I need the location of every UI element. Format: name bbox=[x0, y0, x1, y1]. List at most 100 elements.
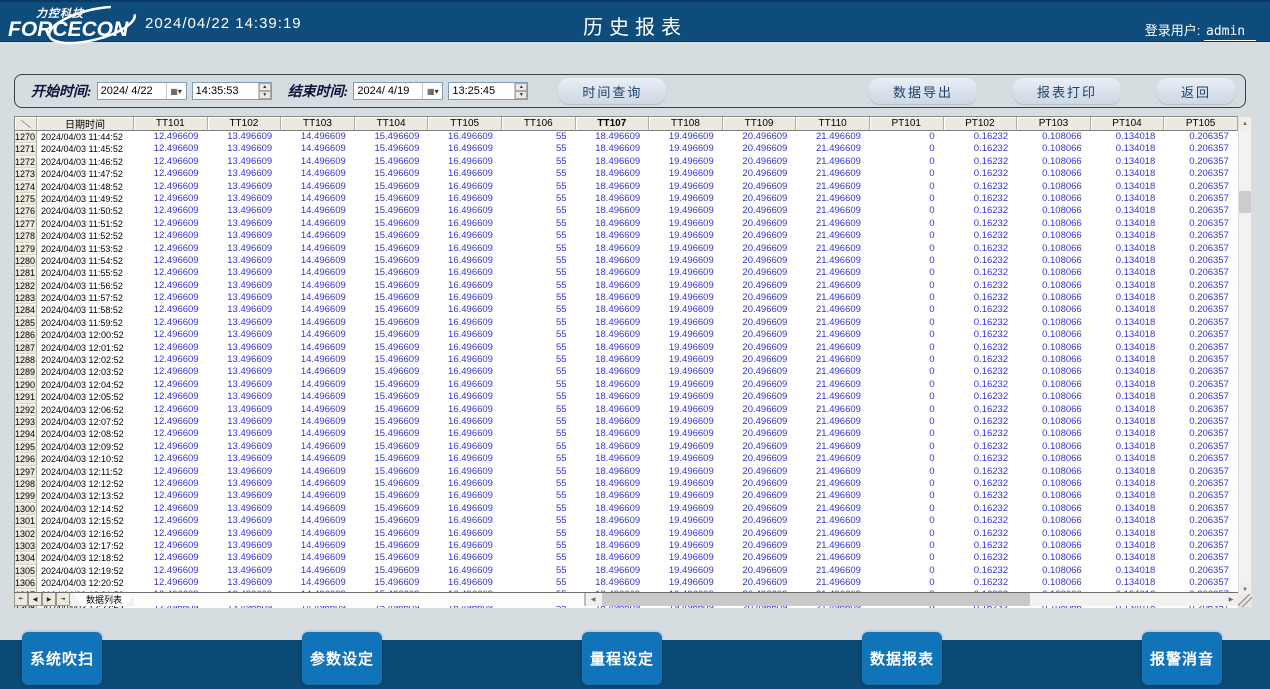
table-row[interactable]: 13022024/04/03 12:16:5212.49660913.49660… bbox=[15, 528, 1238, 540]
table-row[interactable]: 12982024/04/03 12:12:5212.49660913.49660… bbox=[15, 478, 1238, 490]
start-date-picker[interactable]: 2024/ 4/22 ▦▾ bbox=[97, 82, 187, 100]
cell-value: 21.496609 bbox=[796, 577, 870, 589]
table-row[interactable]: 12732024/04/03 11:47:5212.49660913.49660… bbox=[15, 168, 1238, 180]
cell-datetime: 2024/04/03 12:20:52 bbox=[37, 577, 134, 589]
table-row[interactable]: 13012024/04/03 12:15:5212.49660913.49660… bbox=[15, 515, 1238, 527]
table-row[interactable]: 12842024/04/03 11:58:5212.49660913.49660… bbox=[15, 304, 1238, 316]
cell-value: 13.496609 bbox=[208, 416, 282, 428]
spin-up-icon[interactable]: ▲ bbox=[259, 83, 271, 91]
parameter-setting-button[interactable]: 参数设定 bbox=[302, 632, 382, 685]
table-row[interactable]: 12792024/04/03 11:53:5212.49660913.49660… bbox=[15, 243, 1238, 255]
end-date-picker[interactable]: 2024/ 4/19 ▦▾ bbox=[353, 82, 443, 100]
cell-value: 18.496609 bbox=[576, 292, 650, 304]
cell-datetime: 2024/04/03 11:51:52 bbox=[37, 218, 134, 230]
table-row[interactable]: 12912024/04/03 12:05:5212.49660913.49660… bbox=[15, 391, 1238, 403]
table-row[interactable]: 12812024/04/03 11:55:5212.49660913.49660… bbox=[15, 267, 1238, 279]
table-row[interactable]: 12722024/04/03 11:46:5212.49660913.49660… bbox=[15, 156, 1238, 168]
table-row[interactable]: 12902024/04/03 12:04:5212.49660913.49660… bbox=[15, 379, 1238, 391]
sheet-last-icon[interactable]: ⯮ bbox=[56, 593, 70, 606]
scroll-left-icon[interactable]: ◀ bbox=[586, 593, 600, 606]
end-time-spinner[interactable]: 13:25:45 ▲▼ bbox=[448, 82, 528, 100]
start-time-spinner[interactable]: 14:35:53 ▲▼ bbox=[192, 82, 272, 100]
table-row[interactable]: 12852024/04/03 11:59:5212.49660913.49660… bbox=[15, 317, 1238, 329]
table-row[interactable]: 12802024/04/03 11:54:5212.49660913.49660… bbox=[15, 255, 1238, 267]
calendar-dropdown-icon[interactable]: ▦▾ bbox=[166, 83, 186, 99]
sheet-next-icon[interactable]: ▶ bbox=[42, 593, 56, 606]
cell-value: 12.496609 bbox=[134, 131, 208, 143]
scroll-up-icon[interactable]: ▲ bbox=[1239, 117, 1251, 130]
horizontal-scrollbar-thumb[interactable] bbox=[602, 593, 1030, 606]
grid-corner-cell[interactable] bbox=[15, 117, 37, 131]
table-row[interactable]: 12832024/04/03 11:57:5212.49660913.49660… bbox=[15, 292, 1238, 304]
cell-value: 15.496609 bbox=[355, 478, 429, 490]
cell-value: 0.134018 bbox=[1091, 181, 1165, 193]
cell-value: 15.496609 bbox=[355, 379, 429, 391]
cell-value: 12.496609 bbox=[134, 205, 208, 217]
table-row[interactable]: 13032024/04/03 12:17:5212.49660913.49660… bbox=[15, 540, 1238, 552]
table-row[interactable]: 12882024/04/03 12:02:5212.49660913.49660… bbox=[15, 354, 1238, 366]
return-button[interactable]: 返回 bbox=[1157, 78, 1235, 104]
cell-value: 0.16232 bbox=[944, 193, 1018, 205]
cell-value: 18.496609 bbox=[576, 428, 650, 440]
table-row[interactable]: 12712024/04/03 11:45:5212.49660913.49660… bbox=[15, 143, 1238, 155]
row-number: 1285 bbox=[15, 317, 37, 329]
vertical-scrollbar-thumb[interactable] bbox=[1239, 191, 1251, 213]
horizontal-scrollbar[interactable]: ◀ ▶ bbox=[586, 593, 1238, 606]
cell-value: 0.206357 bbox=[1164, 379, 1238, 391]
start-time-spin-buttons[interactable]: ▲▼ bbox=[258, 83, 271, 99]
cell-datetime: 2024/04/03 12:06:52 bbox=[37, 404, 134, 416]
cell-value: 21.496609 bbox=[796, 466, 870, 478]
table-row[interactable]: 12892024/04/03 12:03:5212.49660913.49660… bbox=[15, 366, 1238, 378]
table-row[interactable]: 13002024/04/03 12:14:5212.49660913.49660… bbox=[15, 503, 1238, 515]
system-purge-button[interactable]: 系统吹扫 bbox=[22, 632, 102, 685]
table-row[interactable]: 12762024/04/03 11:50:5212.49660913.49660… bbox=[15, 205, 1238, 217]
table-row[interactable]: 12992024/04/03 12:13:5212.49660913.49660… bbox=[15, 490, 1238, 502]
table-row[interactable]: 12972024/04/03 12:11:5212.49660913.49660… bbox=[15, 466, 1238, 478]
table-row[interactable]: 12862024/04/03 12:00:5212.49660913.49660… bbox=[15, 329, 1238, 341]
table-row[interactable]: 12702024/04/03 11:44:5212.49660913.49660… bbox=[15, 131, 1238, 143]
table-row[interactable]: 12962024/04/03 12:10:5212.49660913.49660… bbox=[15, 453, 1238, 465]
sheet-tab-datalist[interactable]: 数据列表 bbox=[74, 593, 134, 606]
resize-grip[interactable] bbox=[1238, 594, 1252, 607]
cell-value: 18.496609 bbox=[576, 181, 650, 193]
table-row[interactable]: 12932024/04/03 12:07:5212.49660913.49660… bbox=[15, 416, 1238, 428]
table-row[interactable]: 12782024/04/03 11:52:5212.49660913.49660… bbox=[15, 230, 1238, 242]
cell-value: 18.496609 bbox=[576, 342, 650, 354]
table-row[interactable]: 12942024/04/03 12:08:5212.49660913.49660… bbox=[15, 428, 1238, 440]
table-row[interactable]: 12772024/04/03 11:51:5212.49660913.49660… bbox=[15, 218, 1238, 230]
table-row[interactable]: 12922024/04/03 12:06:5212.49660913.49660… bbox=[15, 404, 1238, 416]
vertical-scrollbar[interactable]: ▲ ▼ bbox=[1238, 116, 1252, 597]
alarm-mute-button[interactable]: 报警消音 bbox=[1142, 632, 1222, 685]
range-setting-button[interactable]: 量程设定 bbox=[582, 632, 662, 685]
table-row[interactable]: 12822024/04/03 11:56:5212.49660913.49660… bbox=[15, 280, 1238, 292]
sheet-prev-icon[interactable]: ◀ bbox=[28, 593, 42, 606]
report-print-button[interactable]: 报表打印 bbox=[1013, 78, 1121, 104]
time-query-button[interactable]: 时间查询 bbox=[558, 78, 666, 104]
table-row[interactable]: 12952024/04/03 12:09:5212.49660913.49660… bbox=[15, 441, 1238, 453]
table-row[interactable]: 12742024/04/03 11:48:5212.49660913.49660… bbox=[15, 181, 1238, 193]
spin-down-icon[interactable]: ▼ bbox=[259, 91, 271, 99]
sheet-first-icon[interactable]: ⯬ bbox=[14, 593, 28, 606]
data-report-button[interactable]: 数据报表 bbox=[862, 632, 942, 685]
cell-value: 18.496609 bbox=[576, 528, 650, 540]
cell-value: 0.16232 bbox=[944, 304, 1018, 316]
cell-value: 19.496609 bbox=[649, 466, 723, 478]
cell-datetime: 2024/04/03 12:17:52 bbox=[37, 540, 134, 552]
table-row[interactable]: 13052024/04/03 12:19:5212.49660913.49660… bbox=[15, 565, 1238, 577]
table-row[interactable]: 12752024/04/03 11:49:5212.49660913.49660… bbox=[15, 193, 1238, 205]
cell-value: 20.496609 bbox=[723, 181, 797, 193]
column-header-TT105: TT105 bbox=[428, 117, 502, 131]
spin-up-icon[interactable]: ▲ bbox=[515, 83, 527, 91]
scroll-right-icon[interactable]: ▶ bbox=[1224, 593, 1238, 606]
calendar-dropdown-icon[interactable]: ▦▾ bbox=[422, 83, 442, 99]
data-export-button[interactable]: 数据导出 bbox=[869, 78, 977, 104]
cell-value: 12.496609 bbox=[134, 503, 208, 515]
table-row[interactable]: 12872024/04/03 12:01:5212.49660913.49660… bbox=[15, 342, 1238, 354]
cell-value: 0 bbox=[870, 441, 944, 453]
spin-down-icon[interactable]: ▼ bbox=[515, 91, 527, 99]
row-number: 1304 bbox=[15, 552, 37, 564]
end-time-spin-buttons[interactable]: ▲▼ bbox=[514, 83, 527, 99]
table-row[interactable]: 13042024/04/03 12:18:5212.49660913.49660… bbox=[15, 552, 1238, 564]
table-row[interactable]: 13062024/04/03 12:20:5212.49660913.49660… bbox=[15, 577, 1238, 589]
cell-value: 0 bbox=[870, 528, 944, 540]
